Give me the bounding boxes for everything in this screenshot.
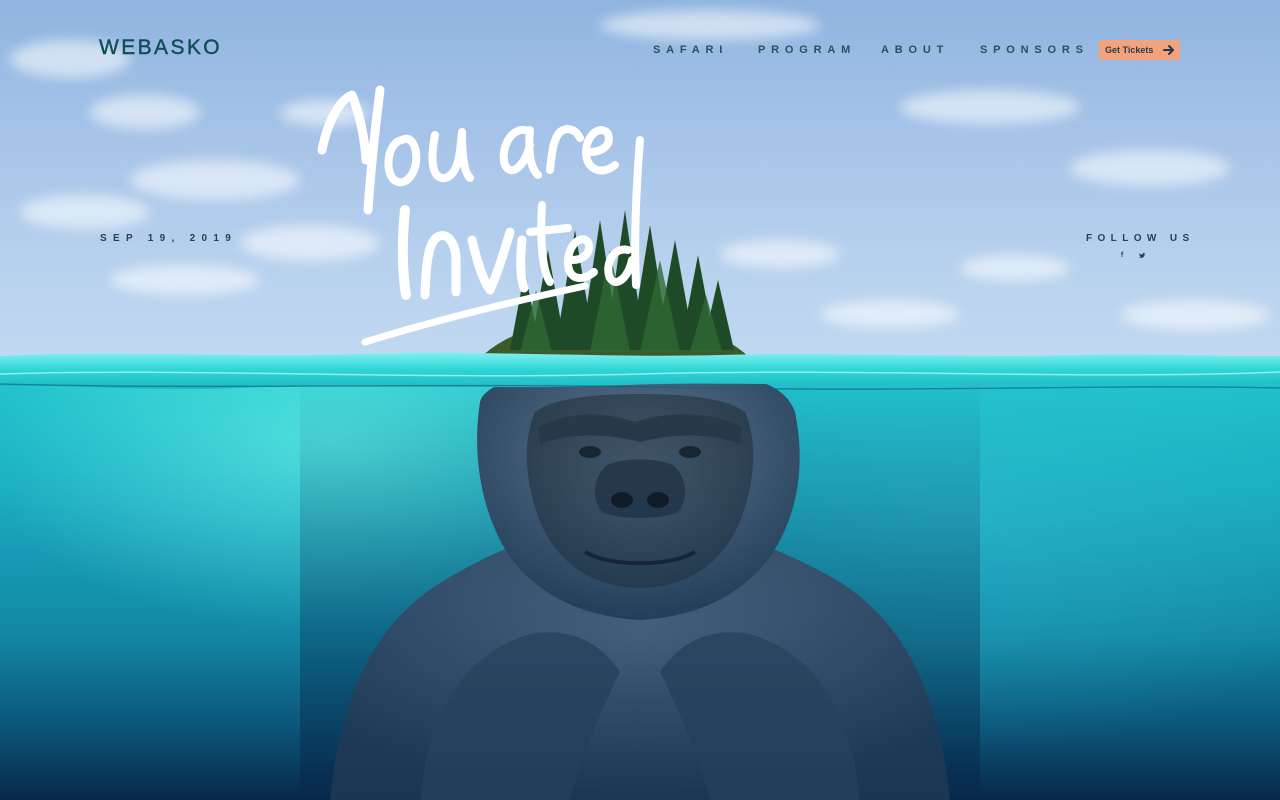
hero-scene (0, 0, 1280, 800)
get-tickets-label: Get Tickets (1105, 45, 1154, 55)
brand-logo[interactable]: WEBASKO (99, 36, 222, 60)
nav-item-sponsors[interactable]: SPONSORS (980, 43, 1089, 57)
facebook-icon[interactable]: f (1117, 251, 1127, 261)
nav-item-safari[interactable]: SAFARI (653, 43, 728, 57)
nav-item-program[interactable]: PROGRAM (758, 43, 856, 57)
twitter-icon[interactable] (1137, 251, 1147, 261)
get-tickets-button[interactable]: Get Tickets (1099, 40, 1180, 60)
event-date: SEP 19, 2019 (100, 233, 238, 244)
gorilla-image (300, 372, 980, 800)
headline-lettering (317, 85, 644, 346)
follow-us-heading: FOLLOW US (1086, 233, 1195, 244)
arrow-right-icon (1163, 45, 1174, 55)
water-surface (0, 352, 1280, 390)
nav-item-about[interactable]: ABOUT (881, 43, 949, 57)
